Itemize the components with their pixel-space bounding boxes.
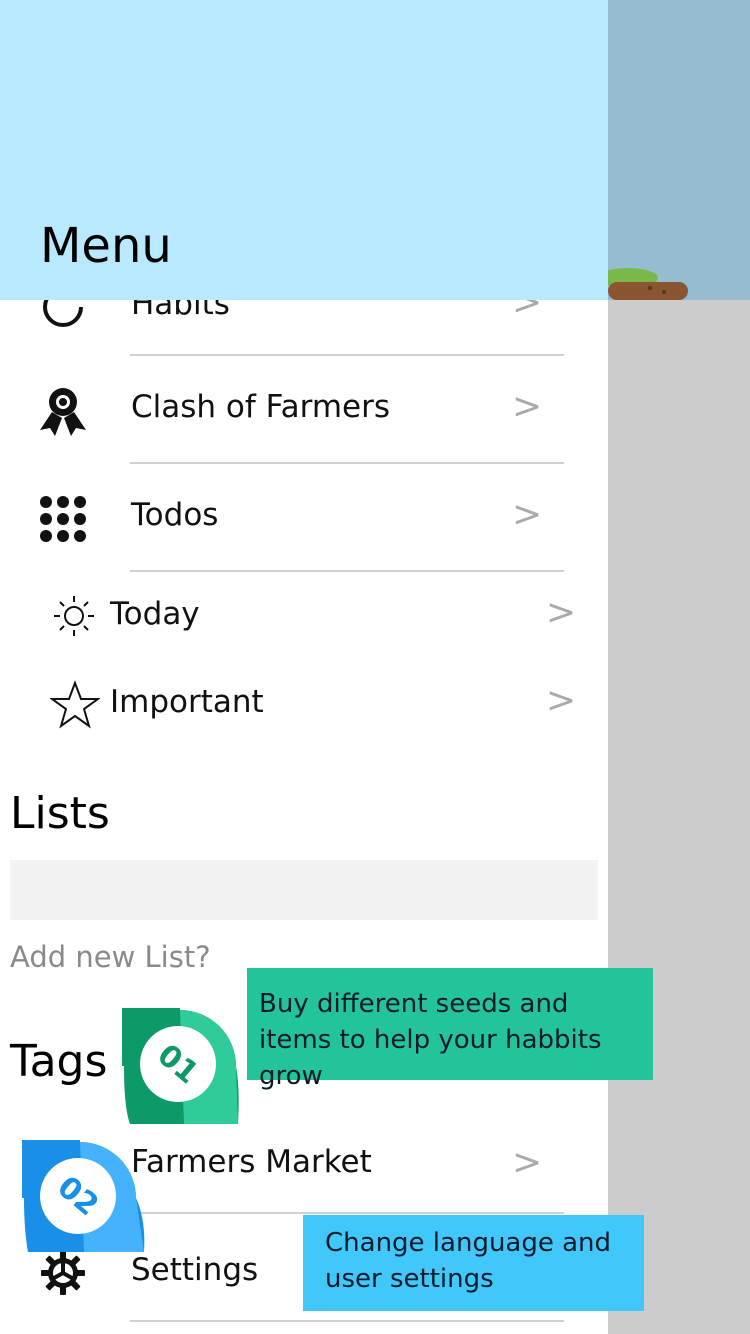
sun-icon	[50, 592, 98, 640]
tooltip-settings: Change language and user settings	[303, 1215, 644, 1311]
tooltip-seeds: Buy different seeds and items to help yo…	[247, 968, 653, 1091]
side-drawer: Habits > Clash of Farmers > Todos > Toda…	[0, 0, 608, 1334]
tip-badge-02[interactable]: 02	[0, 1086, 148, 1260]
drawer-header: Menu	[0, 0, 608, 300]
tooltip-text: Change language and user settings	[325, 1228, 612, 1294]
divider	[130, 1320, 564, 1322]
menu-subitem-today[interactable]: Today >	[0, 574, 608, 662]
tip-badge-01[interactable]: 01	[68, 954, 242, 1132]
menu-item-label: Clash of Farmers	[131, 389, 390, 425]
star-icon	[48, 680, 102, 729]
menu-item-todos[interactable]: Todos >	[0, 464, 608, 572]
add-new-list-link[interactable]: Add new List?	[10, 940, 211, 974]
new-list-input[interactable]	[10, 860, 598, 920]
ground-illustration	[608, 268, 688, 300]
tooltip-text: Buy different seeds and items to help yo…	[259, 989, 602, 1091]
chevron-right-icon: >	[512, 494, 543, 535]
menu-subitem-label: Important	[110, 684, 264, 720]
background-app-header: it	[608, 0, 750, 300]
background-overlay[interactable]	[608, 300, 750, 1334]
award-ribbon-icon	[38, 386, 88, 436]
tag-item-label: Settings	[131, 1252, 259, 1288]
menu-subitem-important[interactable]: Important >	[0, 662, 608, 750]
grid-dots-icon	[38, 494, 88, 544]
tags-section-title: Tags	[10, 1036, 108, 1087]
menu-item-clash-of-farmers[interactable]: Clash of Farmers >	[0, 356, 608, 464]
chevron-right-icon: >	[512, 1142, 543, 1183]
menu-item-label: Todos	[131, 497, 219, 533]
chevron-right-icon: >	[546, 680, 577, 721]
divider	[130, 570, 564, 572]
menu-title: Menu	[40, 218, 172, 274]
lists-section-title: Lists	[10, 788, 110, 839]
chevron-right-icon: >	[512, 386, 543, 427]
chevron-right-icon: >	[546, 592, 577, 633]
menu-subitem-label: Today	[110, 596, 200, 632]
tag-item-label: Farmers Market	[131, 1144, 372, 1180]
